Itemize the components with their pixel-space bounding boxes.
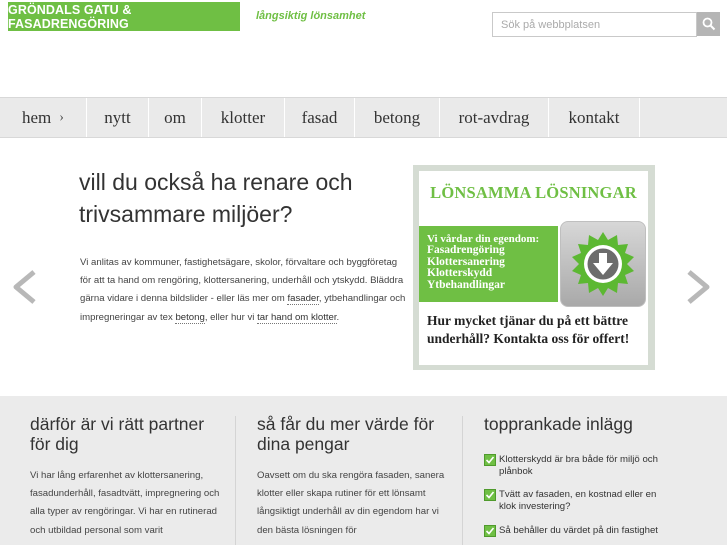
promo-service: Klotterskydd — [427, 267, 493, 279]
nav-item-label: om — [164, 107, 186, 127]
main-nav: hem › nytt om klotter fasad betong rot-a… — [0, 97, 727, 138]
nav-item-label: klotter — [220, 107, 266, 127]
divider — [235, 416, 236, 545]
nav-item-label: betong — [373, 107, 421, 127]
hero-text: Vi anlitas av kommuner, fastighetsägare,… — [80, 257, 406, 324]
nav-item-rot-avdrag[interactable]: rot-avdrag — [440, 98, 549, 137]
link-klotter[interactable]: tar hand om klotter — [257, 311, 337, 324]
promo-services: Vi vårdar din egendom: Fasadrengöring Kl… — [419, 226, 558, 302]
nav-item-kontakt[interactable]: kontakt — [549, 98, 640, 137]
chevron-right-icon — [687, 270, 710, 304]
tagline: långsiktig lönsamhet — [256, 10, 366, 22]
nav-item-label: rot-avdrag — [458, 107, 530, 127]
nav-item-fasad[interactable]: fasad — [285, 98, 355, 137]
nav-item-nytt[interactable]: nytt — [87, 98, 149, 137]
search-input[interactable] — [492, 12, 697, 37]
top-post-item[interactable]: Tvätt av fasaden, en kostnad eller en kl… — [484, 489, 674, 513]
nav-item-hem[interactable]: hem › — [0, 98, 87, 137]
chevron-right-icon: › — [59, 109, 64, 125]
nav-item-label: fasad — [301, 107, 338, 127]
column-title-value: så får du mer värde för dina pengar — [257, 414, 435, 454]
promo-box[interactable]: LÖNSAMMA LÖSNINGAR Vi vårdar din egendom… — [419, 171, 648, 365]
slider-next-button[interactable] — [681, 269, 715, 309]
link-fasader[interactable]: fasader — [287, 293, 319, 306]
hero-title: vill du också ha renare och trivsammare … — [79, 169, 353, 227]
top-post-item[interactable]: Klotterskydd är bra både för miljö och p… — [484, 454, 674, 478]
check-icon — [484, 525, 496, 537]
promo-question: Hur mycket tjänar du på ett bättre under… — [427, 313, 630, 346]
search-icon — [702, 17, 715, 31]
top-post-item[interactable]: Så behåller du värdet på din fastighet — [484, 525, 674, 537]
brand-logo[interactable]: GRÖNDALS GATU & FASADRENGÖRING — [8, 2, 240, 31]
chevron-left-icon — [13, 270, 36, 304]
promo-service: Fasadrengöring — [427, 244, 505, 256]
top-post-link[interactable]: Tvätt av fasaden, en kostnad eller en kl… — [499, 489, 674, 513]
download-badge-icon — [560, 221, 646, 307]
nav-item-klotter[interactable]: klotter — [202, 98, 285, 137]
search-button[interactable] — [697, 12, 720, 36]
nav-item-label: kontakt — [568, 107, 620, 127]
top-post-link[interactable]: Klotterskydd är bra både för miljö och p… — [499, 454, 674, 478]
column-title-partner: därför är vi rätt partner för dig — [30, 414, 205, 454]
nav-item-label: hem — [22, 107, 52, 127]
promo-heading: LÖNSAMMA LÖSNINGAR — [430, 183, 637, 202]
nav-item-om[interactable]: om — [149, 98, 202, 137]
check-icon — [484, 489, 496, 501]
top-post-link[interactable]: Så behåller du värdet på din fastighet — [499, 525, 674, 537]
column-text-value: Oavsett om du ska rengöra fasaden, saner… — [257, 470, 445, 536]
promo-service: Ytbehandlingar — [427, 278, 505, 291]
divider — [462, 416, 463, 545]
slider-prev-button[interactable] — [8, 269, 42, 309]
link-betong[interactable]: betong — [175, 311, 205, 324]
nav-item-label: nytt — [104, 107, 131, 127]
column-title-top-posts: topprankade inlägg — [484, 414, 633, 434]
check-icon — [484, 454, 496, 466]
nav-item-betong[interactable]: betong — [355, 98, 440, 137]
column-text-partner: Vi har lång erfarenhet av klottersanerin… — [30, 470, 220, 536]
